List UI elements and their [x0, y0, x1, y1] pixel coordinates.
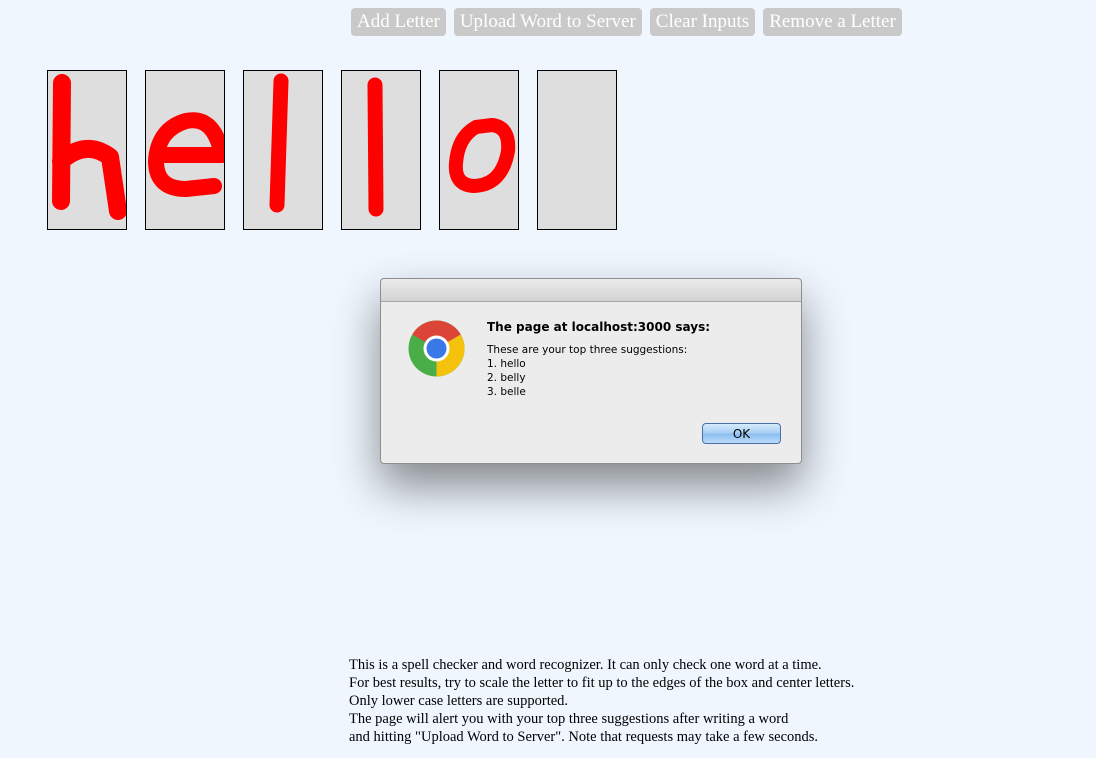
chrome-icon [408, 320, 465, 381]
alert-dialog: The page at localhost:3000 says: These a… [380, 278, 802, 464]
handwritten-e [148, 112, 224, 197]
instructions: This is a spell checker and word recogni… [349, 656, 854, 746]
handwritten-h [52, 74, 126, 220]
dialog-message: These are your top three suggestions: 1.… [487, 343, 687, 399]
dialog-title: The page at localhost:3000 says: [487, 320, 711, 334]
letter-canvas-1[interactable] [47, 70, 127, 230]
letter-canvas-4[interactable] [341, 70, 421, 230]
suggestion-item: 2. belly [487, 372, 526, 384]
suggestions-intro: These are your top three suggestions: [487, 344, 688, 356]
handwritten-l [367, 77, 384, 217]
suggestion-item: 3. belle [487, 386, 526, 398]
add-letter-button[interactable]: Add Letter [351, 8, 446, 36]
toolbar: Add Letter Upload Word to Server Clear I… [351, 8, 902, 36]
instruction-line: This is a spell checker and word recogni… [349, 657, 822, 673]
upload-word-button[interactable]: Upload Word to Server [453, 8, 642, 36]
ok-button[interactable]: OK [702, 423, 781, 444]
letter-canvas-2[interactable] [145, 70, 225, 230]
letter-canvas-3[interactable] [243, 70, 323, 230]
handwritten-l [269, 73, 289, 213]
letter-canvas-5[interactable] [439, 70, 519, 230]
clear-inputs-button[interactable]: Clear Inputs [649, 8, 756, 36]
suggestion-item: 1. hello [487, 358, 526, 370]
dialog-titlebar [381, 279, 801, 302]
instruction-line: and hitting "Upload Word to Server". Not… [349, 729, 819, 745]
letter-canvas-6[interactable] [537, 70, 617, 230]
remove-letter-button[interactable]: Remove a Letter [763, 8, 902, 36]
handwritten-o [448, 118, 516, 193]
instruction-line: For best results, try to scale the lette… [349, 675, 855, 691]
instruction-line: The page will alert you with your top th… [349, 711, 789, 727]
instruction-line: Only lower case letters are supported. [349, 693, 569, 709]
